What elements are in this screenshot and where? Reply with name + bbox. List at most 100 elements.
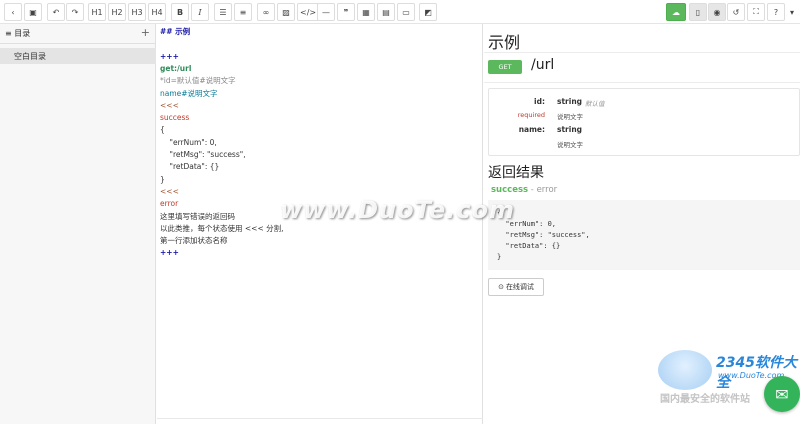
divider <box>484 82 800 83</box>
editor-line: error <box>160 199 179 209</box>
tab-success[interactable]: success <box>491 185 528 195</box>
italic-button[interactable]: I <box>191 3 209 21</box>
code-line: "retData": {} <box>497 242 561 250</box>
undo-button[interactable]: ↶ <box>47 3 65 21</box>
toc-button[interactable]: ▭ <box>397 3 415 21</box>
quote-button[interactable]: ❞ <box>337 3 355 21</box>
table-button[interactable]: ▦ <box>357 3 375 21</box>
tab-separator: - <box>528 185 537 195</box>
quote-icon: ❞ <box>343 7 349 17</box>
preview-mode-button[interactable]: ◉ <box>708 3 726 21</box>
eye-icon: ◉ <box>713 7 721 17</box>
toc-title-label: 目录 <box>14 29 31 38</box>
add-toc-button[interactable]: + <box>141 26 150 39</box>
h3-button[interactable]: H3 <box>128 3 146 21</box>
editor-line: 第一行添加状态名称 <box>160 236 228 246</box>
save-button[interactable]: ▣ <box>24 3 42 21</box>
editor-line: success <box>160 113 190 123</box>
image-icon: ▨ <box>282 7 290 17</box>
editor-line: 这里填写错误的返回码 <box>160 211 235 221</box>
bold-button[interactable]: B <box>171 3 189 21</box>
cloud-upload-icon: ☁ <box>672 7 680 17</box>
brand-slogan: 国内最安全的软件站 <box>660 394 750 405</box>
numbered-list-button[interactable]: ≡ <box>234 3 252 21</box>
online-debug-label: 在线调试 <box>505 283 534 291</box>
editor-line: *id=默认值#说明文字 <box>160 76 236 86</box>
param-required: required <box>517 111 545 119</box>
upload-button[interactable]: ☁ <box>666 3 686 21</box>
param-type: string <box>557 125 583 134</box>
editor-line: get:/url <box>160 63 192 73</box>
fullscreen-icon: ⛶ <box>753 7 759 16</box>
editor-line: name#说明文字 <box>160 88 218 98</box>
code-icon: </> <box>300 7 317 17</box>
h1-button[interactable]: H1 <box>88 3 106 21</box>
table-icon: ▦ <box>362 7 370 17</box>
divider <box>484 52 800 53</box>
api-template-button[interactable]: ◩ <box>419 3 437 21</box>
editor-line: +++ <box>160 248 179 258</box>
link-icon: ∞ <box>262 7 270 17</box>
online-debug-button[interactable]: ⊙ 在线调试 <box>488 278 544 296</box>
list-icon: ≡ <box>5 29 15 38</box>
hr-button[interactable]: — <box>317 3 335 21</box>
tab-error[interactable]: error <box>537 185 558 195</box>
help-icon: ? <box>773 7 779 17</box>
debug-icon: ⊙ <box>498 283 504 291</box>
param-name: name: <box>518 125 545 134</box>
wechat-icon: ✉ <box>775 384 789 404</box>
mascot-icon <box>658 350 712 390</box>
method-badge: GET <box>488 60 522 74</box>
code-line: "retMsg": "success", <box>497 231 590 239</box>
param-type: string <box>557 97 583 106</box>
duote-watermark: www.DuoTe.com <box>280 196 515 224</box>
params-table: id: string 默认值 required 说明文字 name: strin… <box>488 88 800 156</box>
save-icon: ▣ <box>29 7 37 17</box>
param-default: 默认值 <box>585 100 605 108</box>
return-code-block: { "errNum": 0, "retMsg": "success", "ret… <box>488 200 800 270</box>
editor-line: <<< <box>160 186 179 196</box>
toc-header: ≡ 目录 + <box>0 24 156 44</box>
editor-toolbar: ‹ ▣ ↶ ↷ H1 H2 H3 H4 B I ☰ ≡ ∞ ▨ </> — ❞ … <box>0 0 800 24</box>
editor-line: "retMsg": "success", <box>160 150 246 159</box>
return-tabs: success - error <box>491 185 557 195</box>
return-title: 返回结果 <box>488 165 544 181</box>
editor-line: { <box>160 125 165 135</box>
editor-line: ## 示例 <box>160 27 191 36</box>
edit-mode-button[interactable]: ▯ <box>689 3 707 21</box>
chevron-down-icon: ▾ <box>789 7 794 17</box>
toc-item-empty[interactable]: 空白目录 <box>0 48 156 64</box>
endpoint-url: /url <box>531 57 555 73</box>
more-button[interactable]: ▾ <box>786 3 798 21</box>
chevron-left-icon: ‹ <box>11 7 15 17</box>
image-button[interactable]: ▨ <box>277 3 295 21</box>
link-button[interactable]: ∞ <box>257 3 275 21</box>
param-desc: 说明文字 <box>557 141 583 149</box>
columns-icon: ▯ <box>695 7 701 17</box>
redo-icon: ↷ <box>71 7 79 17</box>
code-button[interactable]: </> <box>297 3 320 21</box>
bullet-list-button[interactable]: ☰ <box>214 3 232 21</box>
editor-line: "errNum": 0, <box>160 137 217 147</box>
undo-icon: ↶ <box>52 7 60 17</box>
code-line: } <box>497 253 502 261</box>
param-desc: 说明文字 <box>557 113 583 121</box>
redo-button[interactable]: ↷ <box>66 3 84 21</box>
toc-title: ≡ 目录 <box>5 28 30 39</box>
chat-button[interactable]: ✉ <box>764 376 800 412</box>
page-break-icon: ▤ <box>382 7 390 17</box>
collapse-button[interactable]: ‹ <box>4 3 22 21</box>
history-button[interactable]: ↺ <box>727 3 745 21</box>
fullscreen-button[interactable]: ⛶ <box>747 3 765 21</box>
editor-line: 以此类推，每个状态使用 <<< 分割, <box>160 223 284 233</box>
help-button[interactable]: ? <box>767 3 785 21</box>
h4-button[interactable]: H4 <box>148 3 166 21</box>
param-name: id: <box>534 97 545 106</box>
numbered-list-icon: ≡ <box>239 7 247 17</box>
bullet-list-icon: ☰ <box>219 7 227 17</box>
toc-item-label: 空白目录 <box>14 52 46 61</box>
toc-sidebar: ≡ 目录 + 空白目录 <box>0 24 156 424</box>
page-break-button[interactable]: ▤ <box>377 3 395 21</box>
h2-button[interactable]: H2 <box>108 3 126 21</box>
markdown-editor[interactable]: ## 示例 +++ get:/url *id=默认值#说明文字 name#说明文字 <<<… <box>157 24 483 424</box>
